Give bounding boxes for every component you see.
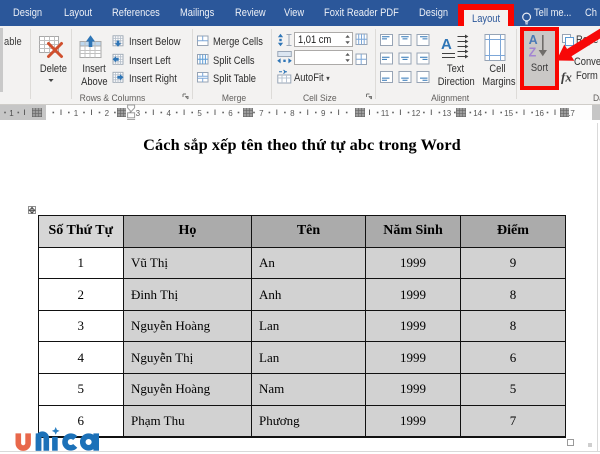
svg-text:A: A [441, 36, 452, 53]
